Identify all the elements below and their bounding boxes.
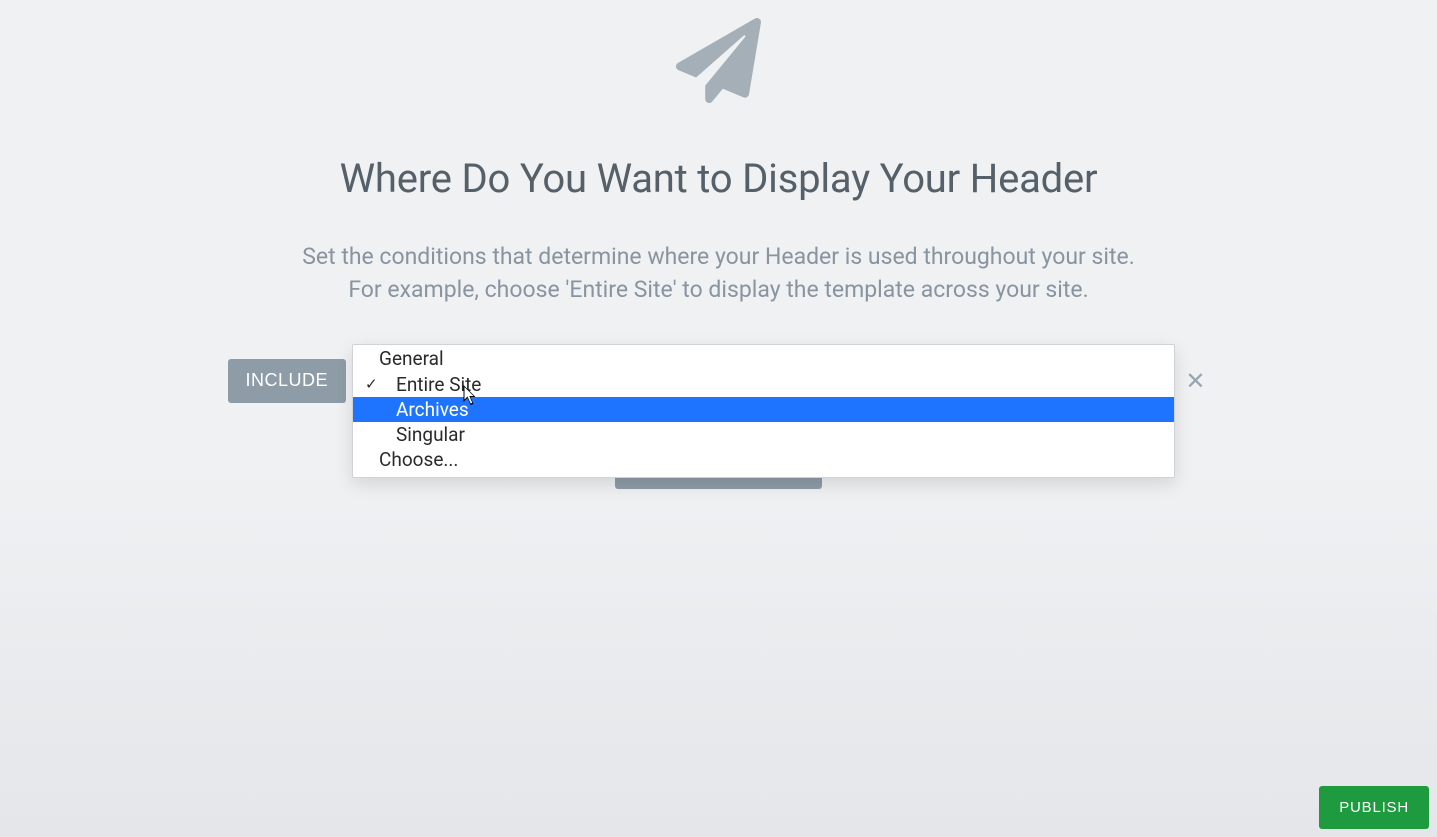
remove-condition-icon[interactable]: ✕ <box>1181 369 1209 393</box>
condition-row: INCLUDE General Entire Site Archives Sin… <box>228 359 1210 403</box>
page-subtitle: Set the conditions that determine where … <box>302 240 1135 307</box>
dropdown-group-label: General <box>353 345 1174 372</box>
condition-dropdown[interactable]: General Entire Site Archives Singular Ch… <box>352 344 1175 478</box>
dropdown-option-entire-site[interactable]: Entire Site <box>353 372 1174 397</box>
subtitle-line-2: For example, choose 'Entire Site' to dis… <box>302 273 1135 306</box>
dropdown-choose[interactable]: Choose... <box>353 447 1174 477</box>
include-button[interactable]: INCLUDE <box>228 359 347 403</box>
publish-label: PUBLISH <box>1339 799 1409 816</box>
dropdown-option-singular[interactable]: Singular <box>353 422 1174 447</box>
include-label: INCLUDE <box>246 370 329 391</box>
subtitle-line-1: Set the conditions that determine where … <box>302 240 1135 273</box>
page-heading: Where Do You Want to Display Your Header <box>340 155 1098 202</box>
dropdown-option-archives[interactable]: Archives <box>353 397 1174 422</box>
publish-button[interactable]: PUBLISH <box>1319 786 1429 829</box>
paper-plane-icon <box>676 18 761 107</box>
